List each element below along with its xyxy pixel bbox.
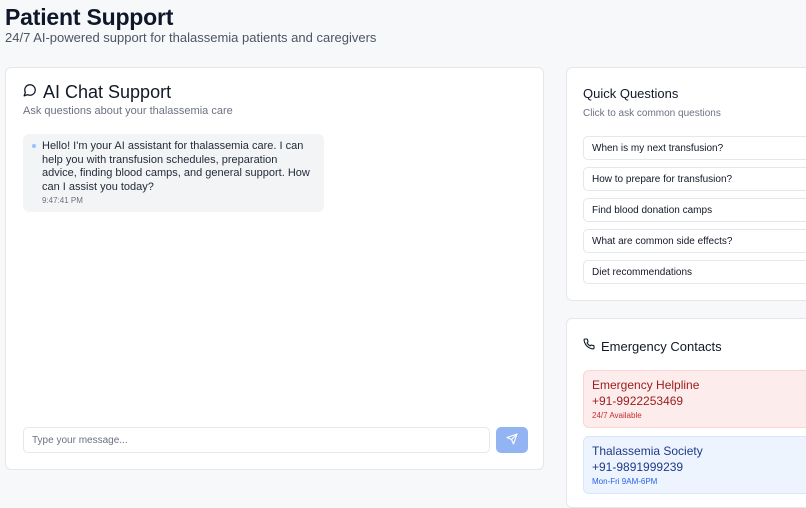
message-text: Hello! I'm your AI assistant for thalass… — [42, 140, 310, 193]
quick-question-button[interactable]: Diet recommendations — [583, 260, 806, 284]
contact-phone[interactable]: +91-9891999239 — [592, 460, 806, 474]
emergency-contacts-card: Emergency Contacts Emergency Helpline +9… — [566, 318, 806, 508]
emergency-header: Emergency Contacts — [583, 337, 722, 355]
assistant-message: Hello! I'm your AI assistant for thalass… — [23, 134, 324, 212]
bot-indicator-icon — [32, 144, 36, 148]
quick-questions-card: Quick Questions Click to ask common ques… — [566, 67, 806, 301]
quick-question-button[interactable]: What are common side effects? — [583, 229, 806, 253]
quick-questions-subtitle: Click to ask common questions — [583, 108, 721, 119]
send-button[interactable] — [496, 427, 528, 453]
message-timestamp: 9:47:41 PM — [42, 196, 83, 206]
chat-header: AI Chat Support — [23, 82, 171, 103]
chat-title: AI Chat Support — [43, 82, 172, 102]
page-subtitle: 24/7 AI-powered support for thalassemia … — [5, 30, 377, 45]
page-title: Patient Support — [5, 4, 174, 30]
quick-question-button[interactable]: How to prepare for transfusion? — [583, 167, 806, 191]
contact-hours: Mon-Fri 9AM-6PM — [592, 477, 658, 486]
contact-phone[interactable]: +91-9922253469 — [592, 394, 806, 408]
send-icon — [506, 432, 518, 448]
chat-card: AI Chat Support Ask questions about your… — [5, 67, 544, 470]
quick-question-button[interactable]: When is my next transfusion? — [583, 136, 806, 160]
chat-subtitle: Ask questions about your thalassemia car… — [23, 105, 233, 117]
contact-name: Thalassemia Society — [592, 444, 703, 458]
emergency-helpline-card[interactable]: Emergency Helpline +91-9922253469 24/7 A… — [583, 370, 806, 428]
message-circle-icon — [23, 83, 37, 102]
contact-hours: 24/7 Available — [592, 411, 642, 420]
quick-questions-title: Quick Questions — [583, 86, 679, 101]
contact-name: Emergency Helpline — [592, 378, 700, 392]
quick-questions-list: When is my next transfusion? How to prep… — [583, 136, 806, 291]
phone-icon — [583, 337, 595, 355]
emergency-title: Emergency Contacts — [601, 338, 722, 354]
thalassemia-society-card[interactable]: Thalassemia Society +91-9891999239 Mon-F… — [583, 436, 806, 494]
quick-question-button[interactable]: Find blood donation camps — [583, 198, 806, 222]
message-input[interactable] — [23, 427, 490, 453]
